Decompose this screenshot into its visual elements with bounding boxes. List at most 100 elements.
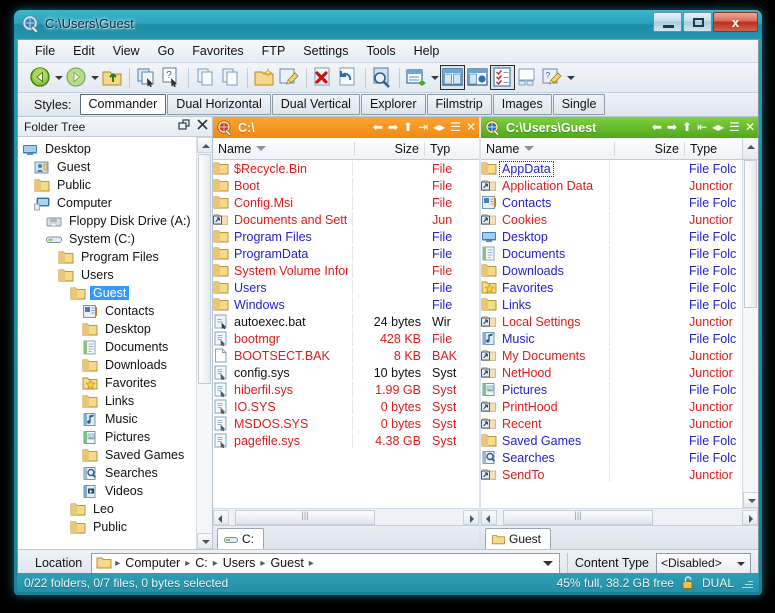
scroll-thumb[interactable] — [503, 510, 653, 525]
column-name[interactable]: Name — [213, 142, 354, 156]
file-row[interactable]: UsersFile — [213, 279, 479, 296]
right-vertical-scrollbar[interactable] — [742, 160, 758, 508]
file-row[interactable]: PicturesFile Folc — [481, 381, 742, 398]
tree-node[interactable]: Videos — [18, 482, 212, 500]
scroll-down-arrow[interactable] — [743, 492, 758, 508]
scroll-left-arrow[interactable] — [213, 510, 229, 525]
file-row[interactable]: SearchesFile Folc — [481, 449, 742, 466]
thumbnails-button[interactable] — [515, 65, 540, 90]
breadcrumb-dropdown-caret[interactable] — [543, 561, 553, 566]
close-x-icon[interactable]: ✕ — [745, 118, 755, 136]
tree-node[interactable]: Desktop — [18, 140, 212, 158]
report-button[interactable] — [404, 65, 429, 90]
file-row[interactable]: hiberfil.sys1.99 GBSyst — [213, 381, 479, 398]
style-tab-filmstrip[interactable]: Filmstrip — [427, 94, 492, 115]
file-row[interactable]: DesktopFile Folc — [481, 228, 742, 245]
menu-ftp[interactable]: FTP — [253, 42, 295, 61]
up-folder-button[interactable] — [100, 65, 125, 90]
menu-tools[interactable]: Tools — [357, 42, 404, 61]
right-panel-header[interactable]: C:\Users\Guest ⬅ ➡ ⬆ ⇤ ◂▸ ☰ ✕ — [481, 117, 758, 138]
preview-pane-button[interactable] — [465, 65, 490, 90]
column-type[interactable]: Type — [684, 142, 742, 156]
close-x-icon[interactable]: ✕ — [466, 118, 476, 136]
unlocked-padlock-icon[interactable] — [681, 576, 695, 589]
title-bar[interactable]: C:\Users\Guest x — [14, 10, 762, 39]
tree-node[interactable]: Downloads — [18, 356, 212, 374]
menu-go[interactable]: Go — [149, 42, 184, 61]
left-panel-header[interactable]: C:\ ⬅ ➡ ⬆ ⇥ ◂▸ ☰ ✕ — [213, 117, 479, 138]
scroll-up-arrow[interactable] — [742, 138, 758, 159]
tree-node[interactable]: Links — [18, 392, 212, 410]
menu-favorites[interactable]: Favorites — [183, 42, 252, 61]
back-arrow-icon[interactable]: ⬅ — [652, 118, 662, 136]
report-dropdown-caret[interactable] — [429, 65, 440, 90]
tree-node[interactable]: Public — [18, 518, 212, 536]
column-type[interactable]: Typ — [424, 142, 479, 156]
edit-tag-dropdown-caret[interactable] — [565, 65, 576, 90]
style-tab-dual-horizontal[interactable]: Dual Horizontal — [167, 94, 270, 115]
breadcrumb-c-drive[interactable]: C: — [191, 556, 212, 570]
close-icon[interactable] — [197, 119, 208, 130]
file-row[interactable]: FavoritesFile Folc — [481, 279, 742, 296]
tree-node[interactable]: Saved Games — [18, 446, 212, 464]
file-row[interactable]: BOOTSECT.BAK8 KBBAK — [213, 347, 479, 364]
tree-node[interactable]: Public — [18, 176, 212, 194]
right-panel-tab[interactable]: Guest — [485, 528, 551, 549]
file-row[interactable]: System Volume InformationFile — [213, 262, 479, 279]
tree-node[interactable]: Searches — [18, 464, 212, 482]
dual-pane-button[interactable] — [440, 65, 465, 90]
menu-edit[interactable]: Edit — [64, 42, 104, 61]
delete-button[interactable] — [311, 65, 336, 90]
tree-vertical-scrollbar[interactable] — [196, 137, 212, 549]
file-row[interactable]: MusicFile Folc — [481, 330, 742, 347]
paste-button[interactable] — [218, 65, 243, 90]
scroll-right-arrow[interactable] — [463, 510, 479, 525]
style-tab-explorer[interactable]: Explorer — [361, 94, 426, 115]
file-row[interactable]: Documents and SettingsJun — [213, 211, 479, 228]
file-row[interactable]: bootmgr428 KBFile — [213, 330, 479, 347]
tree-node[interactable]: Guest — [18, 158, 212, 176]
menu-settings[interactable]: Settings — [294, 42, 357, 61]
up-arrow-icon[interactable]: ⬆ — [403, 118, 413, 136]
right-horizontal-scrollbar[interactable] — [481, 508, 758, 525]
up-arrow-icon[interactable]: ⬆ — [682, 118, 692, 136]
forward-arrow-icon[interactable]: ➡ — [388, 118, 398, 136]
tree-node[interactable]: Leo — [18, 500, 212, 518]
swap-panes-icon[interactable]: ◂▸ — [712, 118, 724, 136]
tree-node[interactable]: Guest — [18, 284, 212, 302]
menu-view[interactable]: View — [104, 42, 149, 61]
file-row[interactable]: My DocumentsJunctior — [481, 347, 742, 364]
left-panel-tab[interactable]: C: — [217, 528, 264, 549]
tree-node[interactable]: Program Files — [18, 248, 212, 266]
file-row[interactable]: autoexec.bat24 bytesWir — [213, 313, 479, 330]
undock-icon[interactable] — [178, 119, 190, 131]
sync-left-icon[interactable]: ⇤ — [697, 118, 707, 136]
file-row[interactable]: LinksFile Folc — [481, 296, 742, 313]
scroll-thumb[interactable] — [235, 510, 375, 525]
file-row[interactable]: ProgramDataFile — [213, 245, 479, 262]
file-row[interactable]: SendToJunctior — [481, 466, 742, 483]
content-type-combo[interactable]: <Disabled> — [656, 553, 751, 574]
scroll-track[interactable] — [229, 510, 463, 525]
file-row[interactable]: Local SettingsJunctior — [481, 313, 742, 330]
file-row[interactable]: DocumentsFile Folc — [481, 245, 742, 262]
tree-node[interactable]: Floppy Disk Drive (A:) — [18, 212, 212, 230]
scroll-right-arrow[interactable] — [742, 510, 758, 525]
breadcrumb-computer[interactable]: Computer — [121, 556, 184, 570]
back-arrow-icon[interactable]: ⬅ — [373, 118, 383, 136]
file-row[interactable]: config.sys10 bytesSyst — [213, 364, 479, 381]
edit-tag-button[interactable]: ? — [540, 65, 565, 90]
file-row[interactable]: NetHoodJunctior — [481, 364, 742, 381]
style-tab-commander[interactable]: Commander — [80, 94, 167, 115]
file-row[interactable]: AppDataFile Folc — [481, 160, 742, 177]
file-row[interactable]: RecentJunctior — [481, 415, 742, 432]
minimize-button[interactable] — [653, 12, 682, 32]
left-horizontal-scrollbar[interactable] — [213, 508, 479, 525]
tree-node[interactable]: System (C:) — [18, 230, 212, 248]
style-tab-single[interactable]: Single — [553, 94, 606, 115]
file-row[interactable]: IO.SYS0 bytesSyst — [213, 398, 479, 415]
forward-arrow-icon[interactable]: ➡ — [667, 118, 677, 136]
forward-button[interactable] — [64, 65, 89, 90]
forward-dropdown-caret[interactable] — [89, 65, 100, 90]
breadcrumb-users[interactable]: Users — [219, 556, 260, 570]
